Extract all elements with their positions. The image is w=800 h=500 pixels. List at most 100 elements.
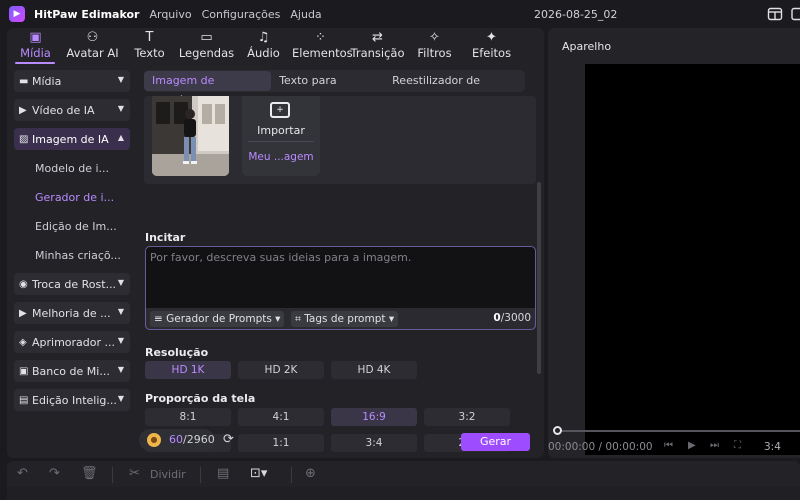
sidebar-subitem-edicao[interactable]: Edição de Im... bbox=[14, 215, 130, 237]
layout-icon[interactable] bbox=[767, 6, 783, 22]
fullscreen-icon[interactable]: ⛶ bbox=[734, 440, 741, 451]
text-style-icon[interactable]: ⊡▾ bbox=[250, 466, 267, 481]
import-label: Importar bbox=[257, 124, 305, 137]
sidebar-item-imagem-ia[interactable]: ▨ Imagem de IA ▲ bbox=[14, 128, 130, 150]
prompt-label: Incitar bbox=[145, 231, 186, 244]
filters-icon: ✧ bbox=[429, 30, 440, 45]
split-label[interactable]: Dividir bbox=[150, 468, 186, 481]
player-title: Aparelho bbox=[562, 40, 612, 53]
playback-track[interactable] bbox=[557, 430, 800, 432]
prompt-tags-button[interactable]: ⌗ Tags de prompt ▾ bbox=[291, 311, 399, 327]
left-panel: ▣ Mídia ⚇ Avatar AI T Texto ▭ Legendas ♫ Áudi… bbox=[7, 28, 544, 458]
tab-label: Avatar AI bbox=[66, 46, 119, 60]
sidebar-item-aprimorador[interactable]: ◈ Aprimorador ... ▼ bbox=[14, 331, 130, 353]
tab-label: Filtros bbox=[417, 46, 452, 60]
tab-label: Elementos bbox=[292, 46, 353, 60]
generate-bar: ● 60/2960 ⟳ Gerar bbox=[139, 427, 537, 457]
ratio-8-1[interactable]: 8:1 bbox=[145, 408, 231, 426]
import-card[interactable]: + Importar Meu ...agem bbox=[242, 96, 320, 176]
reference-thumbnail[interactable] bbox=[152, 96, 229, 176]
previous-frame-icon[interactable]: ⏮ bbox=[664, 440, 673, 451]
sidebar-subitem-criacoes[interactable]: Minhas criaçõ... bbox=[14, 244, 130, 266]
ai-image-generator: Imagem de referência Texto para imagem R… bbox=[138, 68, 537, 458]
chevron-down-icon: ▾ bbox=[385, 313, 395, 325]
time-total: / 00:00:00 bbox=[598, 441, 653, 453]
resolution-hd-4k[interactable]: HD 4K bbox=[331, 361, 417, 379]
note-icon[interactable]: ▤ bbox=[217, 466, 229, 481]
player-ratio[interactable]: 3:4 bbox=[764, 441, 781, 453]
prompt-generator-label: Gerador de Prompts bbox=[166, 313, 272, 325]
title-bar: ▶ HitPaw Edimakor Arquivo Configurações … bbox=[0, 0, 800, 28]
tab-reestilizador[interactable]: Reestilizador de imagem bbox=[384, 71, 525, 107]
resolution-hd-2k[interactable]: HD 2K bbox=[238, 361, 324, 379]
tab-texto[interactable]: T Texto bbox=[121, 28, 178, 64]
add-track-icon[interactable]: ⊕ bbox=[305, 466, 316, 481]
tab-transicao[interactable]: ⇄ Transição bbox=[349, 28, 406, 64]
undo-icon[interactable]: ↶ bbox=[17, 466, 28, 481]
coin-icon: ● bbox=[147, 433, 161, 447]
play-icon[interactable]: ▶ bbox=[688, 440, 696, 451]
media-icon: ▣ bbox=[29, 30, 42, 45]
menu-arquivo[interactable]: Arquivo bbox=[149, 8, 191, 21]
sidebar-subitem-modelo[interactable]: Modelo de i... bbox=[14, 157, 130, 179]
next-frame-icon[interactable]: ⏭ bbox=[710, 440, 719, 451]
credits-text: 60/2960 bbox=[169, 433, 215, 446]
sidebar-item-label: Aprimorador ... bbox=[32, 335, 116, 349]
menu-configuracoes[interactable]: Configurações bbox=[202, 8, 281, 21]
sidebar-item-midia[interactable]: ▬ Mídia ▼ bbox=[14, 70, 130, 92]
tab-midia[interactable]: ▣ Mídia bbox=[7, 28, 64, 64]
sidebar-item-video-ia[interactable]: ▶ Vídeo de IA ▼ bbox=[14, 99, 130, 121]
tab-efeitos[interactable]: ✦ Efeitos bbox=[463, 28, 520, 64]
tab-elementos[interactable]: ⁘ Elementos bbox=[292, 28, 353, 64]
sidebar-item-banco[interactable]: ▣ Banco de Mi... ▼ bbox=[14, 360, 130, 382]
generate-button[interactable]: Gerar bbox=[461, 433, 530, 451]
credits-total: /2960 bbox=[183, 433, 215, 446]
reference-image-area: + Importar Meu ...agem bbox=[144, 96, 536, 184]
resolution-hd-1k[interactable]: HD 1K bbox=[145, 361, 231, 379]
app-logo-icon: ▶ bbox=[9, 6, 25, 22]
tab-legendas[interactable]: ▭ Legendas bbox=[178, 28, 235, 64]
chevron-down-icon: ▼ bbox=[117, 104, 124, 113]
import-divider bbox=[248, 141, 314, 142]
tab-texto-imagem[interactable]: Texto para imagem bbox=[271, 71, 384, 107]
chevron-down-icon: ▾ bbox=[271, 313, 281, 325]
video-icon: ▶ bbox=[19, 104, 27, 116]
chevron-down-icon: ▼ bbox=[117, 278, 124, 287]
content-scrollbar[interactable] bbox=[537, 182, 541, 374]
sidebar-item-label: Melhoria de ... bbox=[32, 306, 111, 320]
redo-icon[interactable]: ↷ bbox=[49, 466, 60, 481]
ratio-3-2[interactable]: 3:2 bbox=[424, 408, 510, 426]
playback-scrubber[interactable] bbox=[553, 426, 562, 435]
tab-filtros[interactable]: ✧ Filtros bbox=[406, 28, 463, 64]
prompt-placeholder: Por favor, descreva suas ideias para a i… bbox=[150, 251, 412, 264]
sidebar-subitem-gerador[interactable]: Gerador de i... bbox=[14, 186, 130, 208]
menu-ajuda[interactable]: Ajuda bbox=[290, 8, 321, 21]
window-icon[interactable] bbox=[789, 6, 800, 22]
tab-avatar-ai[interactable]: ⚇ Avatar AI bbox=[64, 28, 121, 64]
my-images-link[interactable]: Meu ...agem bbox=[242, 151, 320, 163]
scissors-icon[interactable]: ✂ bbox=[129, 466, 140, 481]
prompt-generator-button[interactable]: ≡ Gerador de Prompts ▾ bbox=[150, 311, 285, 327]
ratio-4-1[interactable]: 4:1 bbox=[238, 408, 324, 426]
tab-audio[interactable]: ♫ Áudio bbox=[235, 28, 292, 64]
sidebar-item-label: Banco de Mi... bbox=[32, 364, 110, 378]
prompt-footer: ≡ Gerador de Prompts ▾ ⌗ Tags de prompt … bbox=[145, 308, 536, 330]
tab-label: Mídia bbox=[20, 46, 51, 60]
timeline-toolbar: ↶ ↷ 🗑 ✂ Dividir ▤ ⊡▾ ⊕ bbox=[7, 461, 800, 487]
chevron-down-icon: ▼ bbox=[117, 365, 124, 374]
sidebar-item-label: Edição Intelig... bbox=[32, 393, 117, 407]
sidebar-item-melhoria[interactable]: ▶ Melhoria de ... ▼ bbox=[14, 302, 130, 324]
refresh-icon[interactable]: ⟳ bbox=[223, 432, 234, 447]
sidebar-item-troca-rosto[interactable]: ◉ Troca de Rost... ▼ bbox=[14, 273, 130, 295]
face-swap-icon: ◉ bbox=[19, 278, 28, 290]
toolbar-divider bbox=[112, 467, 113, 483]
tab-imagem-referencia[interactable]: Imagem de referência bbox=[144, 71, 272, 107]
category-sidebar: ▬ Mídia ▼ ▶ Vídeo de IA ▼ ▨ Imagem de IA ▲ Mod… bbox=[14, 70, 130, 418]
sidebar-item-edicao-inteligente[interactable]: ▤ Edição Intelig... ▼ bbox=[14, 389, 130, 411]
ratio-16-9[interactable]: 16:9 bbox=[331, 408, 417, 426]
chevron-down-icon: ▼ bbox=[117, 336, 124, 345]
text-icon: T bbox=[145, 30, 154, 45]
tab-label: Legendas bbox=[178, 46, 235, 60]
delete-icon[interactable]: 🗑 bbox=[81, 466, 98, 481]
smart-edit-icon: ▤ bbox=[19, 394, 29, 406]
